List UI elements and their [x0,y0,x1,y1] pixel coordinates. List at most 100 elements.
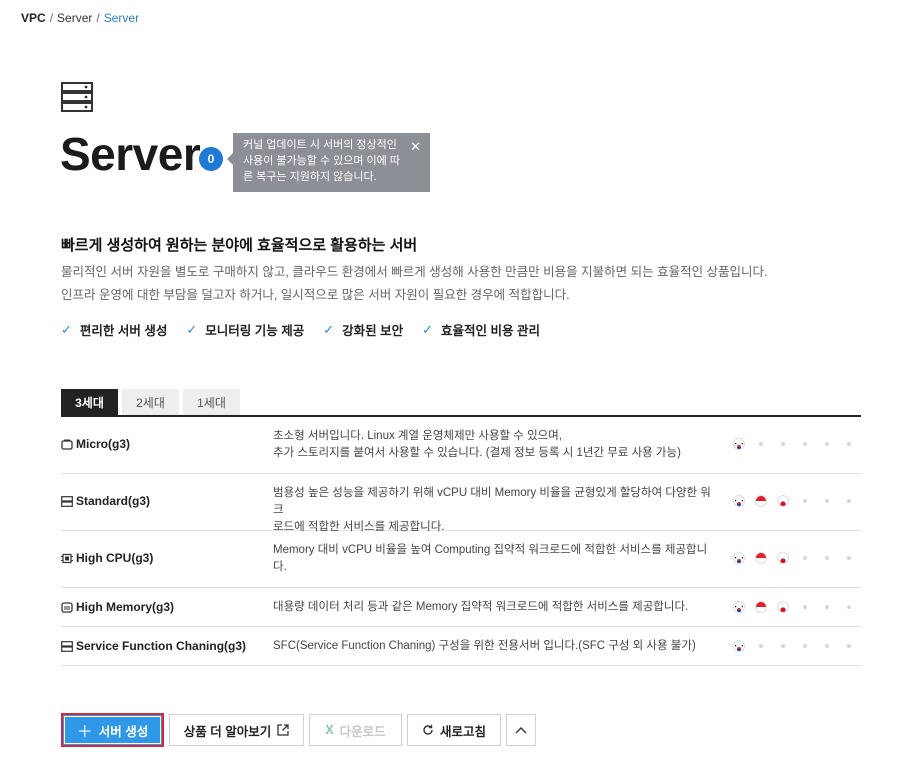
learn-more-button[interactable]: 상품 더 알아보기 [169,714,304,746]
tab-gen-1[interactable]: 1세대 [183,389,240,415]
unavailable-dot [803,644,807,648]
japan-flag-icon [777,601,789,613]
product-desc-line: Memory 대비 vCPU 비율을 높여 Computing 집약적 워크로드… [273,544,708,556]
refresh-button[interactable]: 새로고침 [407,714,501,746]
create-server-button[interactable]: ＋ 서버 생성 [61,713,164,747]
generation-tabs: 3세대 2세대 1세대 [61,389,240,415]
kernel-update-tooltip: 커널 업데이트 시 서버의 정상적인 사용이 불가능할 수 있으며 이에 따른 … [227,133,430,192]
table-row[interactable]: Service Function Chaning(g3) SFC(Service… [61,627,861,666]
korea-flag-icon [733,495,745,507]
server-icon [61,82,93,112]
feature-label: 강화된 보안 [342,324,404,338]
unavailable-dot [803,605,807,609]
table-row[interactable]: High CPU(g3) Memory 대비 vCPU 비율을 높여 Compu… [61,531,861,588]
tooltip-text: 커널 업데이트 시 서버의 정상적인 사용이 불가능할 수 있으며 이에 따른 … [243,139,400,183]
table-row[interactable]: High Memory(g3) 대용량 데이터 처리 등과 같은 Memory … [61,588,861,627]
japan-flag-icon [777,552,789,564]
product-name[interactable]: Micro(g3) [76,437,130,451]
korea-flag-icon [733,438,745,450]
table-row[interactable]: Standard(g3) 범용성 높은 성능을 제공하기 위해 vCPU 대비 … [61,474,861,533]
korea-flag-icon [733,601,745,613]
feature-item: ✓ 모니터링 기능 제공 [186,320,304,339]
product-desc: 범용성 높은 성능을 제공하기 위해 vCPU 대비 Memory 비율을 균형… [273,485,713,536]
product-desc: 초소형 서버입니다. Linux 계열 운영체제만 사용할 수 있으며, 추가 … [273,428,713,462]
breadcrumb-current: Server [103,11,140,25]
breadcrumb-vpc[interactable]: VPC [21,11,46,25]
sfc-server-icon [61,640,73,652]
product-desc-line: 다. [273,561,287,573]
learn-more-label: 상품 더 알아보기 [183,724,272,739]
korea-flag-icon [733,552,745,564]
singapore-flag-icon [755,495,767,507]
breadcrumb: VPC / Server / Server [21,11,139,25]
product-desc-line: SFC(Service Function Chaning) 구성을 위한 전용서… [273,640,696,652]
notice-count-badge[interactable]: 0 [199,147,223,171]
unavailable-dot [825,605,829,609]
high-memory-icon [61,601,73,613]
standard-server-icon [61,495,73,507]
unavailable-dot [825,644,829,648]
check-icon: ✓ [323,321,335,337]
download-button[interactable]: X 다운로드 [309,714,402,746]
product-name[interactable]: Standard(g3) [76,494,150,508]
japan-flag-icon [777,495,789,507]
product-name-cell: Service Function Chaning(g3) [61,639,246,653]
product-headline: 빠르게 생성하여 원하는 분야에 효율적으로 활용하는 서버 [61,237,418,254]
product-desc-line: 범용성 높은 성능을 제공하기 위해 vCPU 대비 Memory 비율을 균형… [273,487,711,516]
singapore-flag-icon [755,601,767,613]
breadcrumb-separator: / [96,11,100,25]
region-availability [728,437,860,451]
unavailable-dot [803,442,807,446]
product-name[interactable]: High Memory(g3) [76,600,174,614]
product-table: Micro(g3) 초소형 서버입니다. Linux 계열 운영체제만 사용할 … [61,417,861,666]
unavailable-dot [825,442,829,446]
product-name[interactable]: High CPU(g3) [76,551,153,565]
unavailable-dot [825,499,829,503]
product-name-cell: Standard(g3) [61,494,150,508]
tab-gen-2[interactable]: 2세대 [122,389,179,415]
region-availability [728,639,860,653]
feature-label: 모니터링 기능 제공 [205,324,305,338]
region-availability [728,551,860,565]
unavailable-dot [803,499,807,503]
check-icon: ✓ [61,321,72,337]
product-desc: Memory 대비 vCPU 비율을 높여 Computing 집약적 워크로드… [273,542,713,576]
unavailable-dot [847,499,851,503]
table-row[interactable]: Micro(g3) 초소형 서버입니다. Linux 계열 운영체제만 사용할 … [61,417,861,474]
unavailable-dot [759,644,763,648]
action-toolbar: ＋ 서버 생성 상품 더 알아보기 X 다운로드 새로고침 [61,713,536,747]
unavailable-dot [781,442,785,446]
unavailable-dot [825,556,829,560]
product-name-cell: High CPU(g3) [61,551,153,565]
feature-list: ✓ 편리한 서버 생성 ✓ 모니터링 기능 제공 ✓ 강화된 보안 ✓ 효율적인 비용 … [61,320,540,339]
unavailable-dot [759,442,763,446]
description-line-1: 물리적인 서버 자원을 별도로 구매하지 않고, 클라우드 환경에서 빠르게 생… [61,265,768,279]
singapore-flag-icon [755,552,767,564]
unavailable-dot [847,605,851,609]
product-name-cell: Micro(g3) [61,437,130,451]
micro-server-icon [61,439,73,450]
product-name[interactable]: Service Function Chaning(g3) [76,639,246,653]
feature-item: ✓ 강화된 보안 [323,320,403,339]
breadcrumb-server-parent[interactable]: Server [57,11,92,25]
close-icon[interactable]: ✕ [410,139,421,155]
feature-item: ✓ 편리한 서버 생성 [61,320,167,339]
product-desc: 대용량 데이터 처리 등과 같은 Memory 집약적 워크로드에 적합한 서비… [273,599,713,616]
product-description: 물리적인 서버 자원을 별도로 구매하지 않고, 클라우드 환경에서 빠르게 생… [61,261,768,307]
feature-label: 편리한 서버 생성 [79,324,168,338]
region-korea [728,437,750,451]
create-server-label: 서버 생성 [98,724,149,739]
product-desc-line: 대용량 데이터 처리 등과 같은 Memory 집약적 워크로드에 적합한 서비… [273,601,689,613]
high-cpu-icon [61,553,73,563]
product-desc-line: 추가 스토리지를 붙여서 사용할 수 있습니다. (결제 정보 등록 시 1년간… [273,447,681,459]
feature-item: ✓ 효율적인 비용 관리 [422,320,540,339]
external-link-icon [277,724,289,736]
feature-label: 효율적인 비용 관리 [441,324,540,338]
refresh-icon [423,724,433,735]
collapse-button[interactable] [506,714,536,746]
page-title: Server [60,128,201,180]
excel-icon: X [325,723,334,737]
product-name-cell: High Memory(g3) [61,600,174,614]
unavailable-dot [803,556,807,560]
tab-gen-3[interactable]: 3세대 [61,389,118,415]
